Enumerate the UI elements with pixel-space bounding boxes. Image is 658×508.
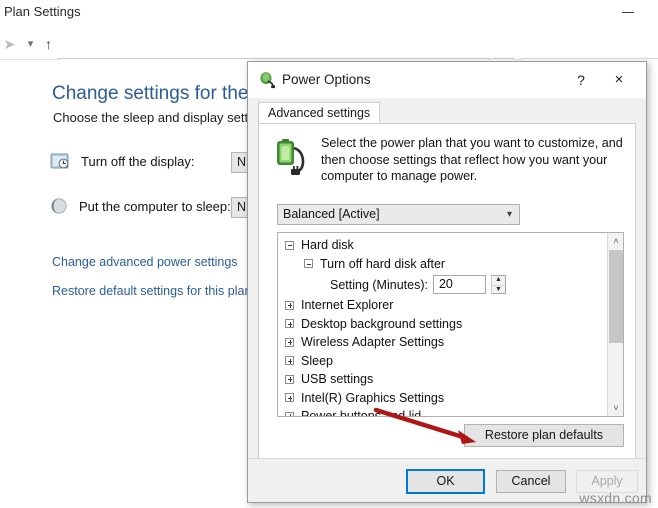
chevron-down-icon: ▾	[506, 209, 512, 220]
tree-item-usb-settings[interactable]: USB settings	[278, 370, 608, 389]
advanced-settings-tree[interactable]: Hard disk Turn off hard disk after Setti…	[277, 232, 624, 417]
navigation-bar: ➤ ▾ ↑ « Hardware and Sound › Power Opti	[0, 27, 658, 82]
tree-item-label: Turn off hard disk after	[320, 256, 446, 271]
dialog-title: Power Options	[282, 72, 371, 87]
tree-item-label: Sleep	[301, 353, 333, 368]
tree-setting-minutes: Setting (Minutes): 20 ▲ ▼	[278, 273, 608, 296]
tree-item-label: Intel(R) Graphics Settings	[301, 390, 445, 405]
stepper-down-icon[interactable]: ▼	[491, 284, 505, 294]
setting-row-turn-off-display: Turn off the display:	[50, 152, 194, 171]
collapse-expander-icon[interactable]	[285, 240, 294, 250]
display-clock-icon	[50, 152, 70, 171]
dialog-intro-text: Select the power plan that you want to c…	[321, 136, 623, 183]
expand-expander-icon[interactable]	[285, 356, 294, 366]
tree-item-label: Desktop background settings	[301, 316, 463, 331]
setting-label: Put the computer to sleep:	[79, 198, 231, 214]
tree-item-label: USB settings	[301, 372, 374, 387]
expand-expander-icon[interactable]	[285, 393, 294, 403]
watermark: wsxdn.com	[579, 490, 652, 506]
stepper-buttons[interactable]: ▲ ▼	[490, 275, 506, 294]
tree-item-label: Hard disk	[301, 238, 354, 253]
quantity-stepper[interactable]: 20 ▲ ▼	[432, 275, 506, 294]
tree-scrollbar[interactable]: ˄ ˅	[607, 233, 623, 416]
tree-item-power-buttons-and-lid[interactable]: Power buttons and lid	[278, 407, 608, 417]
restore-plan-defaults-button[interactable]: Restore plan defaults	[464, 424, 624, 447]
tree-item-sleep[interactable]: Sleep	[278, 352, 608, 371]
scrollbar-thumb[interactable]	[609, 250, 623, 343]
tree-item-wireless-adapter-settings[interactable]: Wireless Adapter Settings	[278, 333, 608, 352]
close-icon[interactable]: ×	[608, 70, 630, 90]
dialog-intro: Select the power plan that you want to c…	[267, 135, 629, 185]
tree-item-label: Wireless Adapter Settings	[301, 335, 445, 350]
setting-row-put-computer-to-sleep: Put the computer to sleep:	[50, 197, 231, 215]
expand-expander-icon[interactable]	[285, 300, 294, 310]
battery-plug-icon	[269, 135, 313, 179]
tree-item-hard-disk[interactable]: Hard disk	[278, 236, 608, 255]
moon-sleep-icon	[50, 197, 68, 215]
scroll-down-icon[interactable]: ˅	[608, 400, 623, 416]
screenshot-root: Plan Settings ➤ ▾ ↑ « Hardware and	[0, 0, 658, 508]
power-plan-select[interactable]: Balanced [Active] ▾	[277, 204, 520, 225]
tab-advanced-settings[interactable]: Advanced settings	[258, 102, 381, 124]
tree-item-intel-graphics-settings[interactable]: Intel(R) Graphics Settings	[278, 389, 608, 408]
scroll-up-icon[interactable]: ˄	[608, 233, 623, 249]
collapse-expander-icon[interactable]	[304, 259, 313, 269]
tab-panel-advanced-settings: Select the power plan that you want to c…	[258, 123, 636, 483]
window-title: Plan Settings	[4, 4, 81, 19]
cancel-button[interactable]: Cancel	[496, 470, 566, 493]
expand-expander-icon[interactable]	[285, 319, 294, 329]
expand-expander-icon[interactable]	[285, 411, 294, 416]
tree-item-label: Internet Explorer	[301, 298, 394, 313]
help-icon[interactable]: ?	[570, 70, 592, 90]
tree-item-desktop-background-settings[interactable]: Desktop background settings	[278, 315, 608, 334]
tree-item-label: Power buttons and lid	[301, 409, 422, 417]
power-options-dialog: Power Options ? × Advanced settings Sele…	[247, 61, 647, 503]
power-plan-select-value: Balanced [Active]	[283, 207, 380, 221]
setting-minutes-input[interactable]: 20	[432, 275, 486, 294]
tree-item-internet-explorer[interactable]: Internet Explorer	[278, 296, 608, 315]
expand-expander-icon[interactable]	[285, 337, 294, 347]
dialog-titlebar: Power Options ? ×	[248, 62, 646, 98]
stepper-up-icon[interactable]: ▲	[492, 276, 505, 285]
setting-minutes-label: Setting (Minutes):	[330, 277, 428, 292]
tree-items: Hard disk Turn off hard disk after Setti…	[278, 233, 608, 417]
tree-item-turn-off-hard-disk-after[interactable]: Turn off hard disk after	[278, 255, 608, 274]
forward-arrow-icon[interactable]: ➤	[1, 35, 18, 53]
setting-label: Turn off the display:	[81, 154, 195, 169]
page-subtitle: Choose the sleep and display setting	[53, 110, 266, 125]
window-titlebar: Plan Settings	[0, 0, 658, 27]
expand-expander-icon[interactable]	[285, 374, 294, 384]
link-change-advanced-power-settings[interactable]: Change advanced power settings	[52, 255, 238, 269]
ok-button[interactable]: OK	[407, 470, 484, 493]
tab-strip: Advanced settings	[258, 102, 636, 124]
up-arrow-icon[interactable]: ↑	[40, 35, 57, 53]
power-plug-icon	[258, 71, 276, 89]
minimize-button[interactable]	[622, 12, 634, 13]
link-restore-default-settings[interactable]: Restore default settings for this plan	[52, 284, 251, 298]
chevron-down-icon[interactable]: ▾	[22, 35, 39, 53]
